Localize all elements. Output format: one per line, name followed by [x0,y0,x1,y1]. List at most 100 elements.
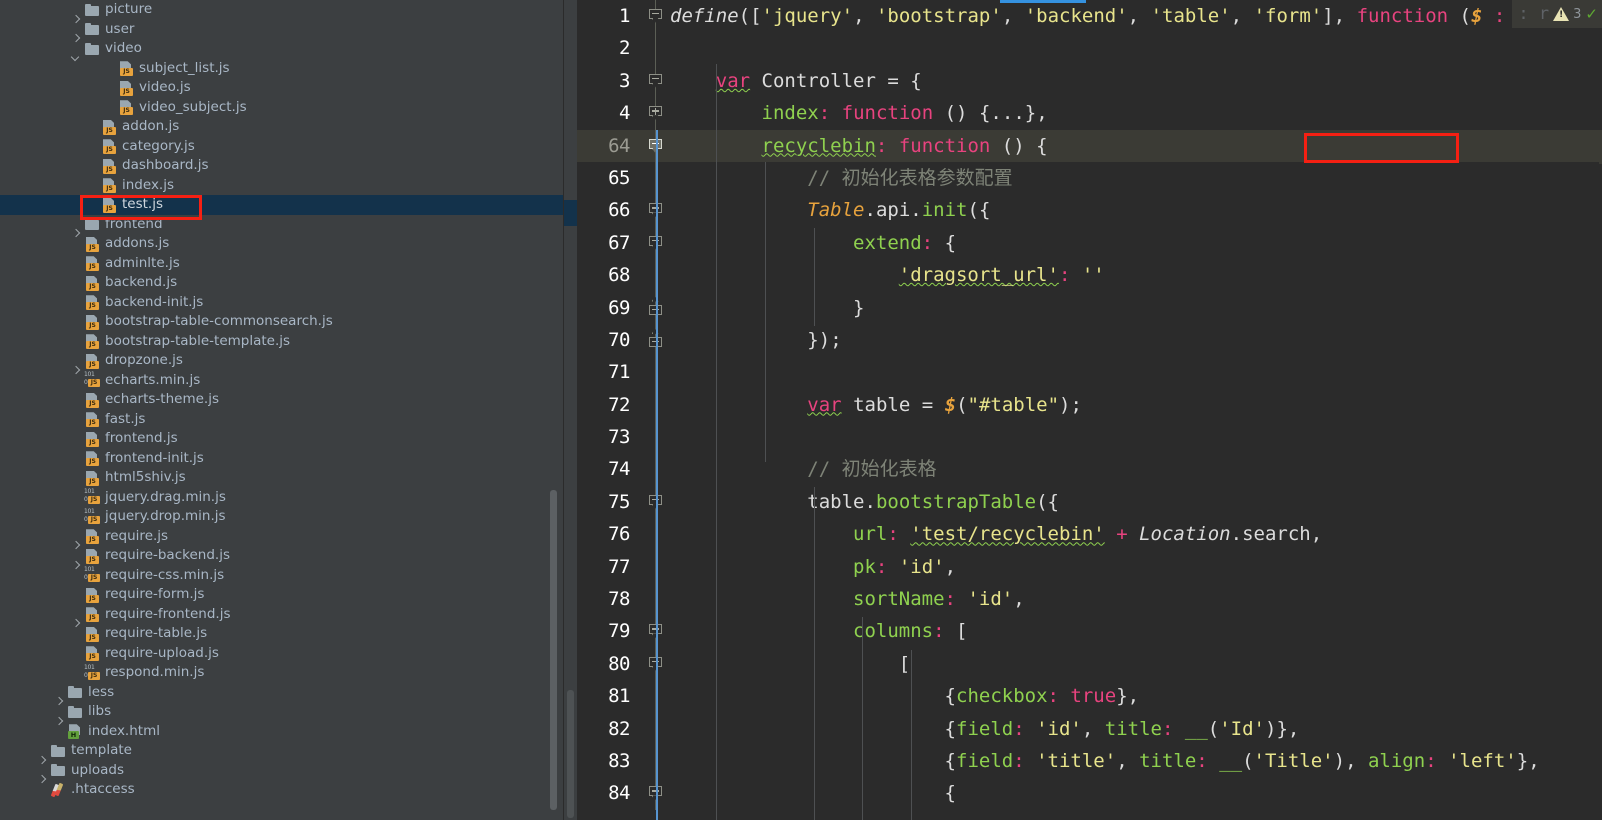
green-check-icon[interactable]: ✓ [1585,6,1598,22]
tree-item-require-form-js[interactable]: require-form.js [0,585,563,605]
tree-item-video-js[interactable]: video.js [0,78,563,98]
code-line[interactable]: 74 // 初始化表格 [564,453,1602,486]
code-line[interactable]: 82 {field: 'id', title: __('Id')}, [564,712,1602,745]
code-text[interactable]: var Controller = { [670,65,922,97]
code-line[interactable]: 68 'dragsort_url': '' [564,259,1602,292]
code-text[interactable]: 'dragsort_url': '' [670,259,1105,291]
tree-item-echarts-theme-js[interactable]: echarts-theme.js [0,390,563,410]
code-line[interactable]: 75 table.bootstrapTable({ [564,485,1602,519]
tree-item-require-css-min-js[interactable]: 0 require-css.min.js [0,566,563,586]
tree-item-require-js[interactable]: require.js [0,527,563,547]
tree-item-require-upload-js[interactable]: require-upload.js [0,644,563,664]
tree-item-require-table-js[interactable]: require-table.js [0,624,563,644]
code-text[interactable]: columns: [ [670,615,967,647]
tree-item-video[interactable]: video [0,39,563,59]
code-line[interactable]: 81 {checkbox: true}, [564,680,1602,713]
code-line[interactable]: 83 {field: 'title', title: __('Title'), … [564,744,1602,778]
tree-item-jquery-drag-min-js[interactable]: 0 jquery.drag.min.js [0,488,563,508]
fold-expand-icon[interactable] [648,106,664,121]
code-line[interactable]: 4 index: function () {...}, [564,97,1602,130]
code-text[interactable]: url: 'test/recyclebin' + Location.search… [670,518,1322,550]
code-lines[interactable]: 1 define(['jquery', 'bootstrap', 'backend… [564,0,1602,810]
code-line[interactable]: 84 { [564,777,1602,810]
tree-item-backend-js[interactable]: backend.js [0,273,563,293]
code-text[interactable]: {field: 'id', title: __('Id')}, [670,713,1300,745]
tree-item-addons-js[interactable]: addons.js [0,234,563,254]
code-line[interactable]: 3 var Controller = { [564,64,1602,98]
code-line[interactable]: 73 [564,421,1602,454]
code-text[interactable]: sortName: 'id', [670,583,1025,615]
fold-collapse-icon[interactable] [648,73,664,89]
code-text[interactable]: var table = $("#table"); [670,389,1082,421]
code-line[interactable]: 66 Table.api.init({ [564,194,1602,227]
tree-item-addon-js[interactable]: addon.js [0,117,563,137]
code-text[interactable]: Table.api.init({ [670,194,990,226]
code-text[interactable]: {checkbox: true}, [670,680,1140,712]
code-text[interactable]: recyclebin: function () { [670,130,1048,162]
tree-item-bootstrap-table-commonsearch-js[interactable]: bootstrap-table-commonsearch.js [0,312,563,332]
tree-item-subject-list-js[interactable]: subject_list.js [0,59,563,79]
tree-item-respond-min-js[interactable]: 0 respond.min.js [0,663,563,683]
project-tree-scrollbar[interactable] [550,490,557,810]
code-text[interactable]: { [670,777,956,809]
tree-item-adminlte-js[interactable]: adminlte.js [0,254,563,274]
tree-item-user[interactable]: user [0,20,563,40]
code-line[interactable]: 67 extend: { [564,226,1602,260]
tree-item-frontend-js[interactable]: frontend.js [0,429,563,449]
inspection-widget[interactable]: : r 3 ✓ [1512,0,1602,28]
tree-item-require-backend-js[interactable]: require-backend.js [0,546,563,566]
code-line[interactable]: 64 recyclebin: function () { [564,129,1602,162]
code-text[interactable]: index: function () {...}, [670,97,1048,129]
code-line[interactable]: 78 sortName: 'id', [564,583,1602,616]
code-line[interactable]: 69 } [564,291,1602,324]
code-text[interactable]: // 初始化表格参数配置 [670,162,1012,194]
code-text[interactable]: }); [670,324,841,356]
tree-item-bootstrap-table-template-js[interactable]: bootstrap-table-template.js [0,332,563,352]
tree-item--htaccess[interactable]: .htaccess [0,780,563,800]
code-editor[interactable]: 1 define(['jquery', 'bootstrap', 'backend… [564,0,1602,820]
code-line[interactable]: 65 // 初始化表格参数配置 [564,161,1602,195]
tree-item-require-frontend-js[interactable]: require-frontend.js [0,605,563,625]
tree-item-jquery-drop-min-js[interactable]: 0 jquery.drop.min.js [0,507,563,527]
code-line[interactable]: 72 var table = $("#table"); [564,388,1602,422]
code-line[interactable]: 76 url: 'test/recyclebin' + Location.sea… [564,518,1602,551]
code-text[interactable]: [ [670,648,910,680]
tree-item-libs[interactable]: libs [0,702,563,722]
tree-item-dashboard-js[interactable]: dashboard.js [0,156,563,176]
warning-triangle-icon[interactable] [1553,7,1570,21]
editor-scrollbar[interactable] [567,690,574,818]
tree-item-index-html[interactable]: index.html [0,722,563,742]
code-line[interactable]: 79 columns: [ [564,615,1602,648]
tree-item-test-js[interactable]: test.js [0,195,563,215]
tree-item-backend-init-js[interactable]: backend-init.js [0,293,563,313]
code-text[interactable]: define(['jquery', 'bootstrap', 'backend'… [670,0,1528,32]
tree-item-frontend[interactable]: frontend [0,215,563,235]
fold-column[interactable] [642,32,670,65]
tree-item-template[interactable]: template [0,741,563,761]
tree-item-picture[interactable]: picture [0,0,563,20]
project-tree-panel[interactable]: picture user video subject_list.js video.js v… [0,0,563,820]
code-text[interactable]: table.bootstrapTable({ [670,486,1059,518]
tree-item-less[interactable]: less [0,683,563,703]
tree-item-frontend-init-js[interactable]: frontend-init.js [0,449,563,469]
code-text[interactable]: } [670,292,864,324]
fold-collapse-icon[interactable] [648,9,664,24]
code-text[interactable]: {field: 'title', title: __('Title'), ali… [670,745,1540,777]
tree-item-video-subject-js[interactable]: video_subject.js [0,98,563,118]
tree-item-category-js[interactable]: category.js [0,137,563,157]
fold-column[interactable] [642,64,670,98]
tree-item-echarts-min-js[interactable]: 0 echarts.min.js [0,371,563,391]
code-line[interactable]: 2 [564,32,1602,65]
tree-item-fast-js[interactable]: fast.js [0,410,563,430]
fold-column[interactable] [642,0,670,33]
code-text[interactable]: // 初始化表格 [670,453,936,485]
tree-item-dropzone-js[interactable]: dropzone.js [0,351,563,371]
project-tree[interactable]: picture user video subject_list.js video.js v… [0,0,563,800]
fold-column[interactable] [642,97,670,130]
tree-item-html5shiv-js[interactable]: html5shiv.js [0,468,563,488]
code-line[interactable]: 77 pk: 'id', [564,550,1602,584]
tree-item-uploads[interactable]: uploads [0,761,563,781]
code-line[interactable]: 80 [ [564,647,1602,681]
code-line[interactable]: 1 define(['jquery', 'bootstrap', 'backend… [564,0,1602,33]
tree-item-index-js[interactable]: index.js [0,176,563,196]
